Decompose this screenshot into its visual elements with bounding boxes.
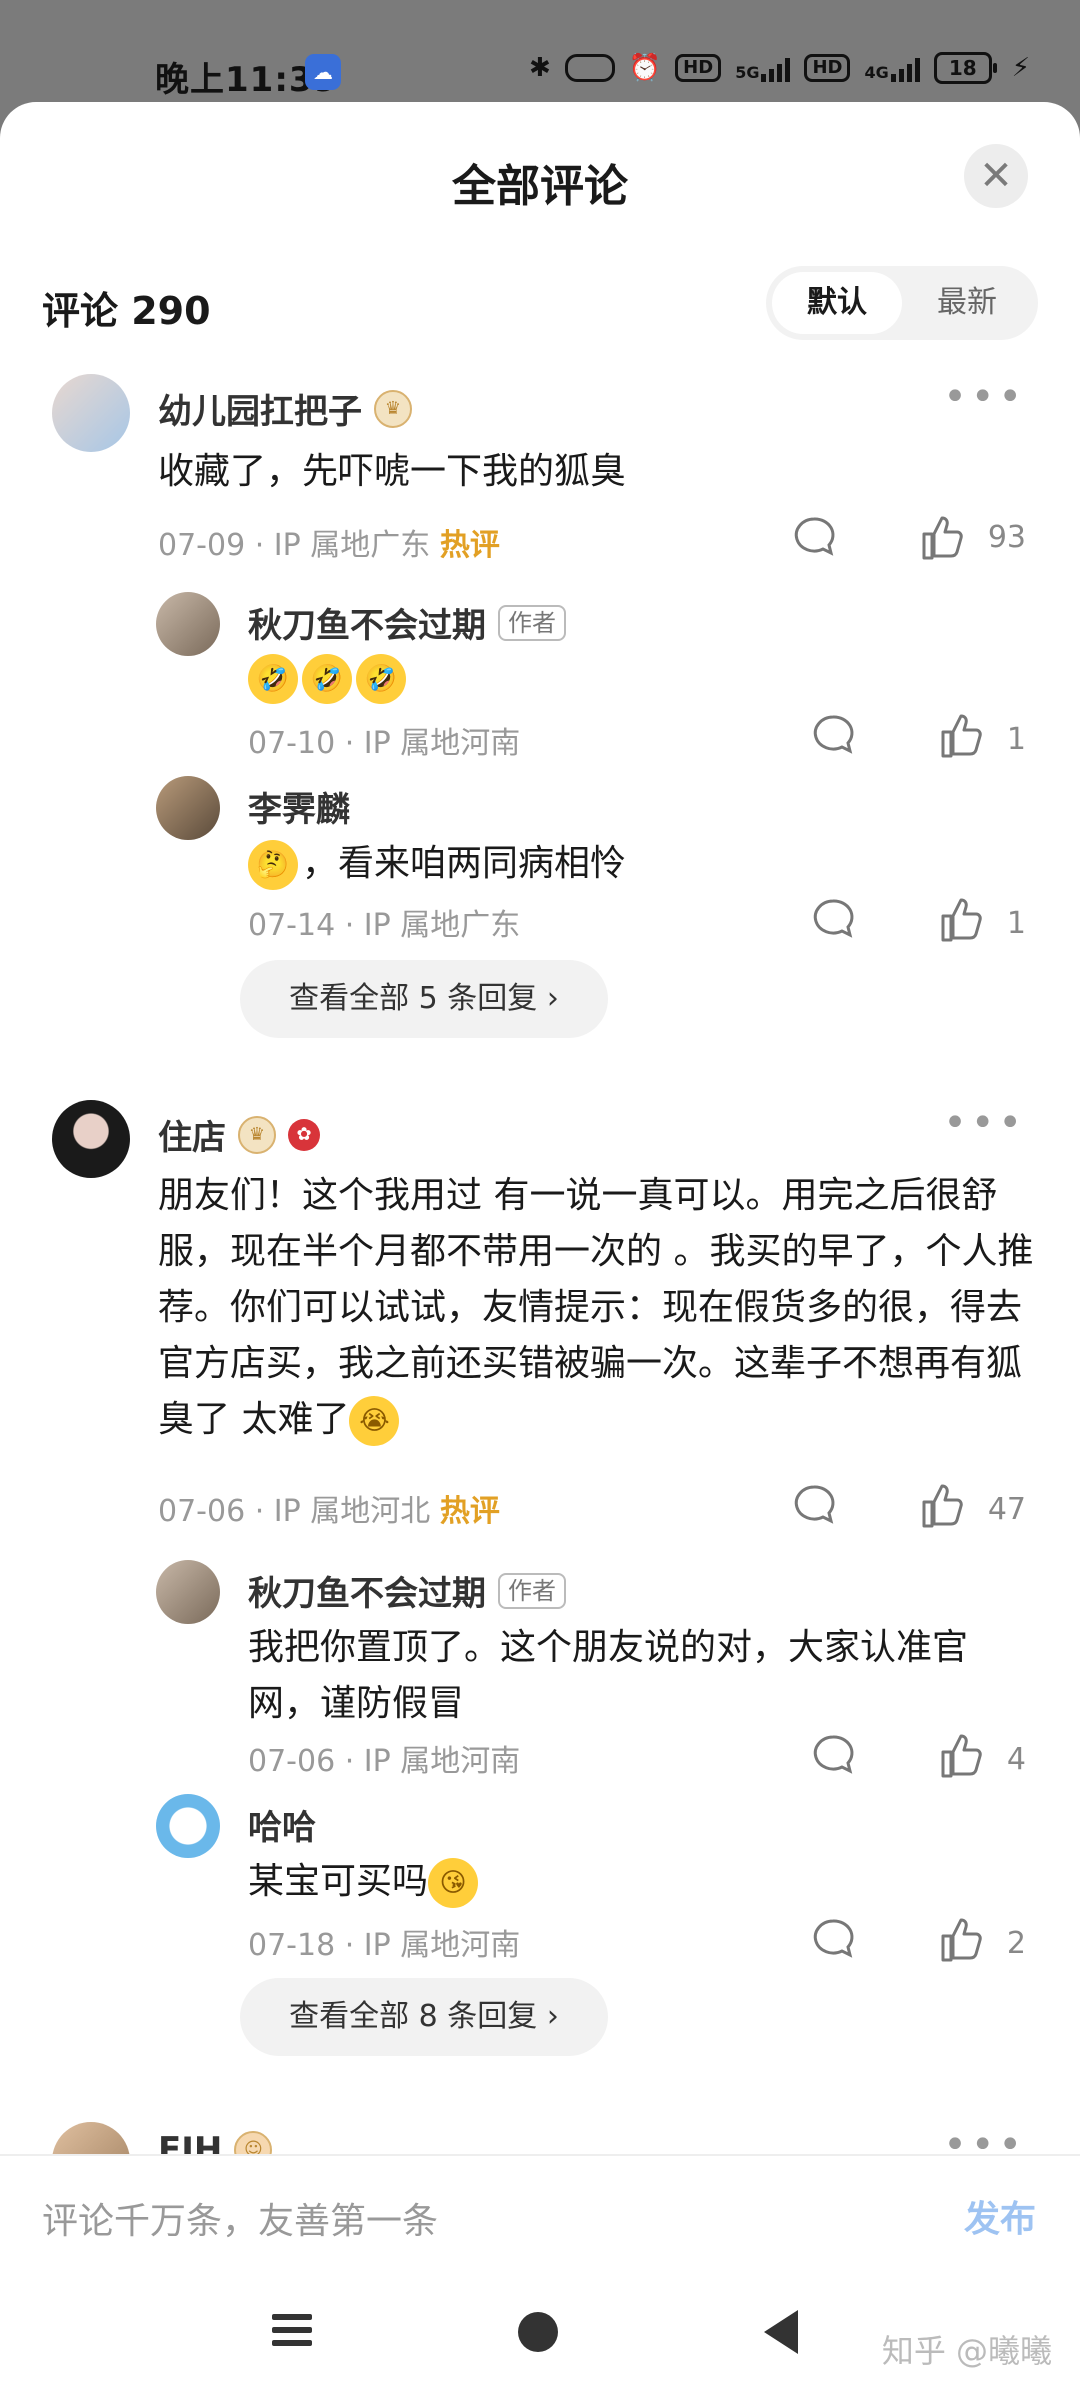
reply-author[interactable]: 李霁麟 bbox=[248, 782, 350, 831]
watermark: 知乎 @曦曦 bbox=[881, 2332, 1052, 2370]
crown-badge-icon: ♛ bbox=[238, 1115, 276, 1154]
reply-button[interactable] bbox=[811, 1917, 855, 1969]
comment-actions: 93 bbox=[792, 514, 1026, 560]
reply-button[interactable] bbox=[811, 1733, 855, 1785]
avatar[interactable] bbox=[52, 1100, 130, 1178]
thumbs-up-icon bbox=[922, 516, 963, 560]
system-nav-bar: 知乎 @曦曦 bbox=[0, 2274, 1080, 2400]
comment-count: 评论 290 bbox=[42, 289, 211, 333]
signal-4g: 4G bbox=[864, 54, 920, 82]
reply-text: 我把你置顶了。这个朋友说的对，大家认准官网，谨防假冒 bbox=[248, 1627, 969, 1724]
comments-sheet: 全部评论 ✕ 评论 290 默认 最新 幼儿园扛把子 ♛ ••• 收藏了，先吓唬… bbox=[0, 102, 1080, 2400]
comment-author[interactable]: 幼儿园扛把子 ♛ bbox=[158, 384, 412, 433]
app-notification-icon: ☁ bbox=[305, 54, 341, 90]
rofl-emoji-icon: 🤣 bbox=[302, 654, 352, 704]
like-count: 4 bbox=[1006, 1741, 1026, 1777]
vibrate-icon bbox=[564, 54, 615, 82]
sort-toggle: 默认 最新 bbox=[766, 266, 1038, 340]
rofl-emoji-icon: 🤣 bbox=[248, 654, 298, 704]
comment-text: 收藏了，先吓唬一下我的狐臭 bbox=[158, 451, 627, 492]
sort-default-tab[interactable]: 默认 bbox=[772, 272, 902, 334]
avatar[interactable] bbox=[156, 1560, 220, 1624]
reply-actions: 4 bbox=[811, 1732, 1026, 1786]
like-count: 1 bbox=[1006, 905, 1026, 941]
avatar[interactable] bbox=[52, 374, 130, 452]
close-icon: ✕ bbox=[979, 153, 1013, 199]
more-options-button[interactable]: ••• bbox=[943, 374, 1026, 420]
avatar[interactable] bbox=[156, 776, 220, 840]
chevron-right-icon: › bbox=[546, 1999, 559, 2034]
thinking-emoji-icon: 🤔 bbox=[248, 840, 298, 890]
sort-latest-tab[interactable]: 最新 bbox=[902, 272, 1032, 334]
like-count: 1 bbox=[1006, 721, 1026, 757]
home-icon[interactable] bbox=[518, 2312, 558, 2352]
reply-button[interactable] bbox=[811, 713, 855, 765]
reply-actions: 1 bbox=[811, 712, 1026, 766]
reply-meta: 07-14 · IP 属地广东 bbox=[248, 908, 521, 943]
reply-text: 🤣 🤣 🤣 bbox=[248, 650, 410, 706]
reply-text: 🤔 ，看来咱两同病相怜 bbox=[248, 836, 626, 892]
battery-icon: 18 bbox=[933, 52, 997, 84]
reply-button[interactable] bbox=[811, 897, 855, 949]
comment-input[interactable]: 评论千万条，友善第一条 bbox=[42, 2192, 438, 2244]
chevron-right-icon: › bbox=[546, 981, 559, 1016]
reply-actions: 2 bbox=[811, 1916, 1026, 1970]
reply-text: 某宝可买吗 😘 bbox=[248, 1854, 482, 1910]
comment-actions: 47 bbox=[792, 1482, 1026, 1536]
comment-author[interactable]: 住店 ♛ ✿ bbox=[158, 1110, 320, 1159]
red-badge-icon: ✿ bbox=[288, 1118, 320, 1151]
view-all-replies-button[interactable]: 查看全部 8 条回复 › bbox=[240, 1978, 608, 2056]
crown-badge-icon: ♛ bbox=[374, 389, 412, 428]
menu-icon[interactable] bbox=[272, 2314, 312, 2350]
hot-badge: 热评 bbox=[439, 1494, 500, 1529]
rofl-emoji-icon: 🤣 bbox=[356, 654, 406, 704]
comment-meta: 07-06 · IP 属地河北 热评 bbox=[158, 1494, 500, 1529]
like-button[interactable] bbox=[939, 1732, 985, 1786]
comment-meta: 07-09 · IP 属地广东 热评 bbox=[158, 528, 500, 563]
kiss-emoji-icon: 😘 bbox=[428, 1858, 479, 1908]
like-button[interactable] bbox=[920, 1482, 966, 1536]
like-count: 47 bbox=[987, 1491, 1026, 1527]
more-options-button[interactable]: ••• bbox=[943, 1100, 1026, 1146]
view-all-replies-button[interactable]: 查看全部 5 条回复 › bbox=[240, 960, 608, 1038]
reply-icon bbox=[794, 517, 835, 556]
reply-author[interactable]: 秋刀鱼不会过期 作者 bbox=[248, 1566, 566, 1615]
alarm-icon: ⏰ bbox=[628, 53, 662, 83]
like-button[interactable] bbox=[939, 712, 985, 766]
reply-author[interactable]: 哈哈 bbox=[248, 1800, 316, 1849]
reply-meta: 07-10 · IP 属地河南 bbox=[248, 726, 521, 761]
signal-5g: 5G bbox=[735, 54, 791, 82]
comment-input-bar: 评论千万条，友善第一条 发布 bbox=[0, 2154, 1080, 2276]
reply-button[interactable] bbox=[792, 1483, 836, 1535]
author-tag: 作者 bbox=[498, 1572, 566, 1609]
crying-emoji-icon: 😭 bbox=[349, 1396, 400, 1446]
hot-badge: 热评 bbox=[439, 528, 500, 563]
publish-button[interactable]: 发布 bbox=[964, 2190, 1036, 2242]
avatar[interactable] bbox=[156, 1794, 220, 1858]
close-button[interactable]: ✕ bbox=[964, 144, 1028, 208]
like-button[interactable] bbox=[939, 896, 985, 950]
status-icons: ✱ ⏰ HD 5G HD 4G 18 ⚡ bbox=[529, 52, 1030, 84]
like-count: 2 bbox=[1006, 1925, 1026, 1961]
reply-meta: 07-18 · IP 属地河南 bbox=[248, 1928, 521, 1963]
back-icon[interactable] bbox=[764, 2310, 798, 2354]
charging-icon: ⚡ bbox=[1011, 53, 1030, 83]
like-count: 93 bbox=[987, 519, 1026, 555]
reply-actions: 1 bbox=[811, 896, 1026, 950]
author-tag: 作者 bbox=[498, 604, 566, 641]
like-button[interactable] bbox=[939, 1916, 985, 1970]
reply-meta: 07-06 · IP 属地河南 bbox=[248, 1744, 521, 1779]
reply-author[interactable]: 秋刀鱼不会过期 作者 bbox=[248, 598, 566, 647]
like-button[interactable] bbox=[920, 514, 966, 560]
hd-badge: HD bbox=[675, 54, 722, 82]
comment-text: 朋友们！这个我用过 有一说一真可以。用完之后很舒服，现在半个月都不带用一次的 。… bbox=[158, 1168, 1038, 1448]
bluetooth-icon: ✱ bbox=[529, 53, 551, 83]
reply-button[interactable] bbox=[792, 515, 836, 559]
hd-badge-2: HD bbox=[804, 54, 851, 82]
avatar[interactable] bbox=[156, 592, 220, 656]
sheet-title: 全部评论 bbox=[452, 161, 628, 212]
